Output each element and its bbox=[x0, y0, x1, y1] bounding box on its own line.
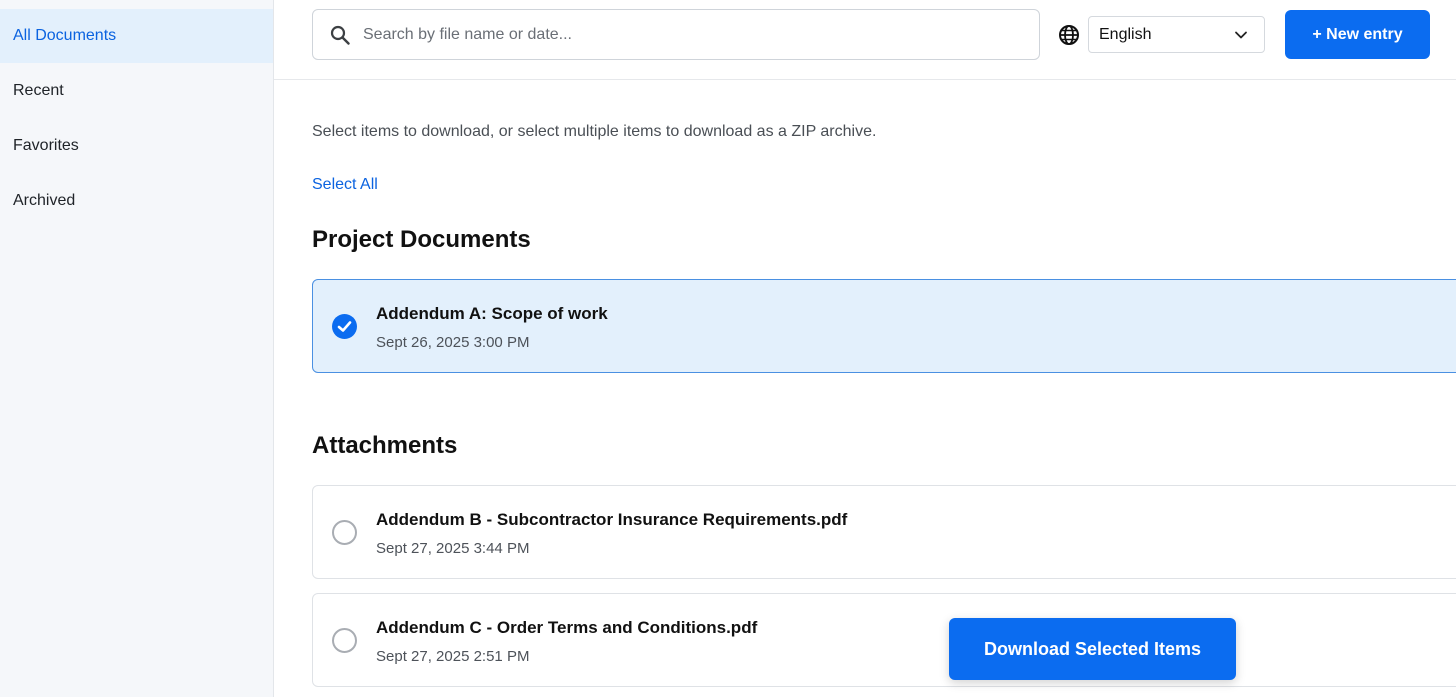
search-icon bbox=[330, 25, 350, 45]
checked-checkbox[interactable] bbox=[332, 314, 357, 339]
document-card[interactable]: Addendum B - Subcontractor Insurance Req… bbox=[312, 485, 1456, 579]
checkmark-icon bbox=[337, 321, 352, 332]
download-selected-button[interactable]: Download Selected Items bbox=[949, 618, 1236, 680]
globe-icon bbox=[1059, 25, 1079, 45]
sidebar-item-recent[interactable]: Recent bbox=[0, 64, 273, 118]
unchecked-radio[interactable] bbox=[332, 520, 357, 545]
new-entry-button[interactable]: + New entry bbox=[1285, 10, 1430, 59]
section-title-project-documents: Project Documents bbox=[312, 226, 531, 253]
section-title-attachments: Attachments bbox=[312, 432, 458, 459]
main-content: Select items to download, or select mult… bbox=[312, 80, 1456, 697]
sidebar-item-archived[interactable]: Archived bbox=[0, 174, 273, 228]
document-title: Addendum C - Order Terms and Conditions.… bbox=[376, 618, 758, 637]
document-date: Sept 26, 2025 3:00 PM bbox=[376, 334, 530, 351]
language-select[interactable]: English bbox=[1088, 16, 1265, 53]
search-input[interactable] bbox=[363, 10, 1039, 59]
chevron-down-icon bbox=[1235, 31, 1247, 39]
document-title: Addendum B - Subcontractor Insurance Req… bbox=[376, 510, 848, 529]
document-card[interactable]: Addendum C - Order Terms and Conditions.… bbox=[312, 593, 1456, 687]
document-date: Sept 27, 2025 2:51 PM bbox=[376, 648, 530, 665]
search-box[interactable] bbox=[312, 9, 1040, 60]
sidebar-item-favorites[interactable]: Favorites bbox=[0, 119, 273, 173]
document-card[interactable]: Addendum A: Scope of work Sept 26, 2025 … bbox=[312, 279, 1456, 373]
document-title: Addendum A: Scope of work bbox=[376, 304, 608, 323]
select-all-link[interactable]: Select All bbox=[312, 176, 378, 194]
language-select-value: English bbox=[1099, 25, 1152, 43]
sidebar: All Documents Recent Favorites Archived bbox=[0, 0, 274, 697]
top-bar: English + New entry bbox=[274, 0, 1456, 80]
app-root: All Documents Recent Favorites Archived … bbox=[0, 0, 1456, 697]
download-instructions: Select items to download, or select mult… bbox=[312, 123, 877, 140]
document-date: Sept 27, 2025 3:44 PM bbox=[376, 540, 530, 557]
sidebar-item-all-documents[interactable]: All Documents bbox=[0, 9, 273, 63]
unchecked-radio[interactable] bbox=[332, 628, 357, 653]
